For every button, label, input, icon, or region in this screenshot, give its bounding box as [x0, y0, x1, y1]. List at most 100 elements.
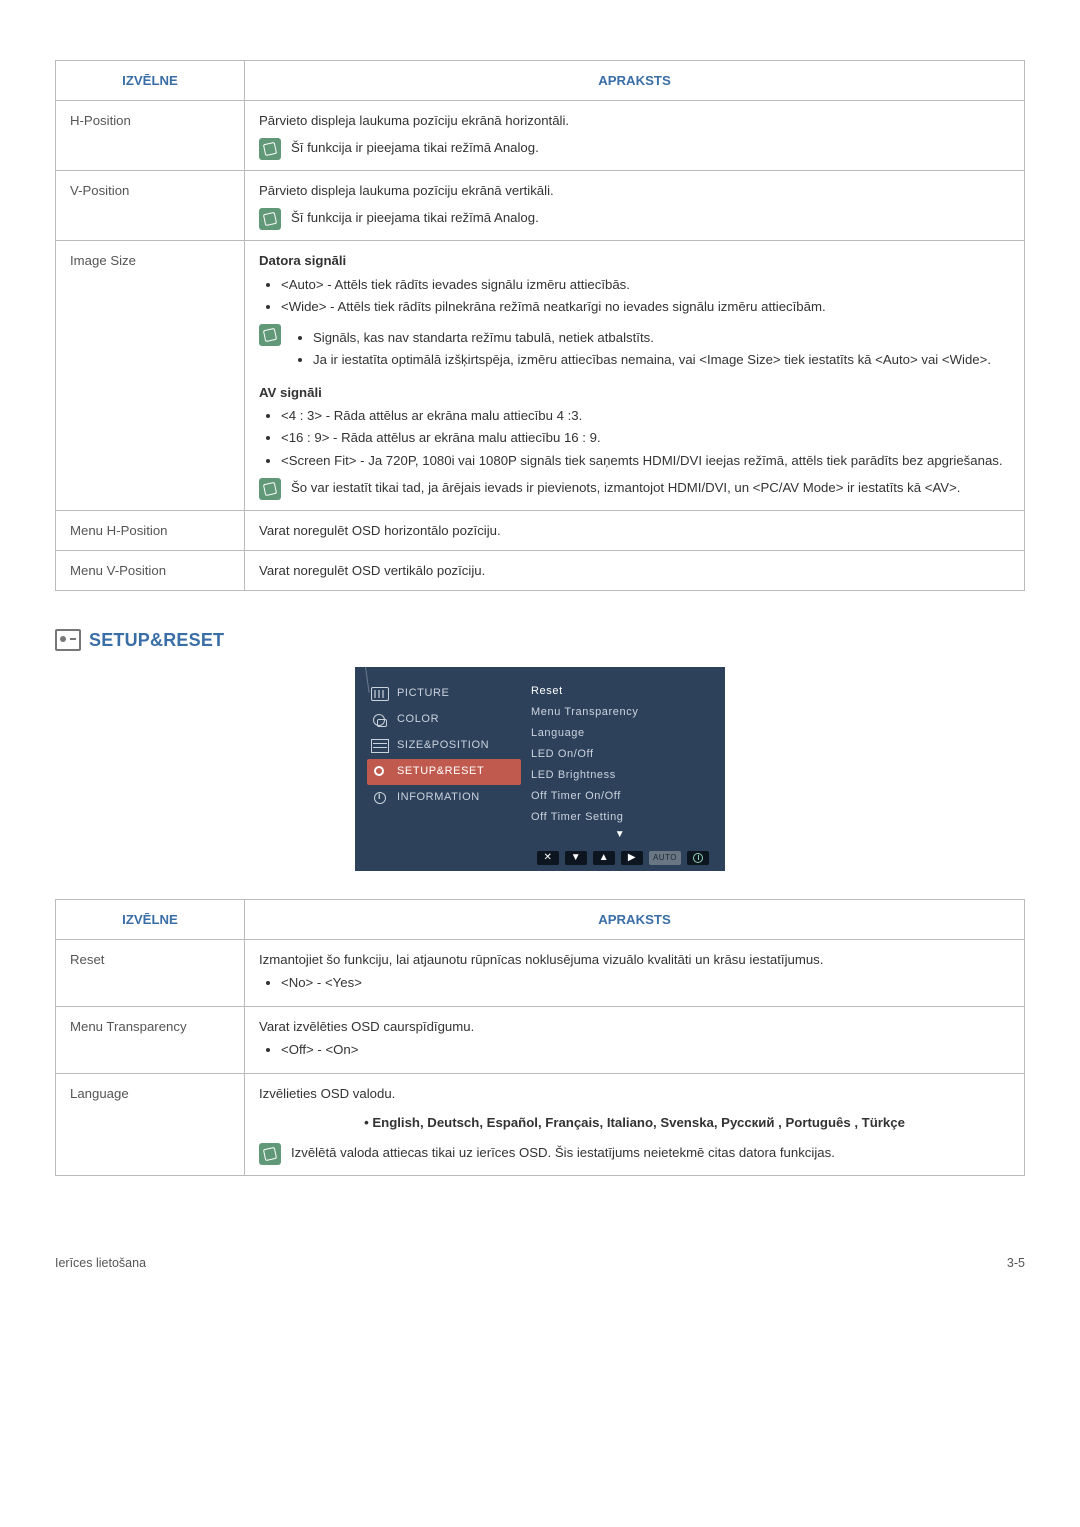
pc-signals-header: Datora signāli — [259, 251, 1010, 270]
osd-option-transparency: Menu Transparency — [531, 702, 709, 723]
desc-cell: Datora signāli <Auto> - Attēls tiek rādī… — [245, 241, 1025, 510]
menu-menu-h-position: Menu H-Position — [56, 510, 245, 550]
av-signals-header: AV signāli — [259, 383, 1010, 402]
osd-panel: PICTURE COLOR SIZE&POSITION SETUP&RESET … — [355, 667, 725, 871]
note-list: Signāls, kas nav standarta režīmu tabulā… — [291, 328, 1010, 369]
table-row: Menu Transparency Varat izvēlēties OSD c… — [56, 1006, 1025, 1073]
picture-icon — [371, 687, 389, 701]
options-list: <No> - <Yes> — [259, 973, 1010, 992]
menu-image-size: Image Size — [56, 241, 245, 510]
osd-footer-buttons: ✕ ▼ ▲ ▶ AUTO — [371, 851, 709, 865]
desc-text: Izmantojiet šo funkciju, lai atjaunotu r… — [259, 950, 1010, 969]
page: IZVĒLNE APRAKSTS H-Position Pārvieto dis… — [0, 0, 1080, 1302]
desc-text: Pārvieto displeja laukuma pozīciju ekrān… — [259, 111, 1010, 130]
header-menu: IZVĒLNE — [56, 61, 245, 101]
note-icon — [259, 324, 281, 346]
osd-label: PICTURE — [397, 686, 449, 702]
note-body: Signāls, kas nav standarta režīmu tabulā… — [291, 324, 1010, 373]
osd-label: INFORMATION — [397, 790, 480, 806]
table-size-position: IZVĒLNE APRAKSTS H-Position Pārvieto dis… — [55, 60, 1025, 591]
page-footer: Ierīces lietošana 3-5 — [55, 1246, 1025, 1272]
table-header-row: IZVĒLNE APRAKSTS — [56, 899, 1025, 939]
osd-option-led-onoff: LED On/Off — [531, 744, 709, 765]
enter-icon: ▶ — [621, 851, 643, 865]
osd-option-language: Language — [531, 723, 709, 744]
list-item: <No> - <Yes> — [281, 973, 1010, 992]
menu-menu-v-position: Menu V-Position — [56, 550, 245, 590]
desc-text: Izvēlieties OSD valodu. — [259, 1084, 1010, 1103]
table-row: H-Position Pārvieto displeja laukuma poz… — [56, 101, 1025, 171]
osd-screenshot: PICTURE COLOR SIZE&POSITION SETUP&RESET … — [55, 667, 1025, 871]
table-row: Image Size Datora signāli <Auto> - Attēl… — [56, 241, 1025, 510]
menu-h-position: H-Position — [56, 101, 245, 171]
desc-text: Varat noregulēt OSD horizontālo pozīciju… — [245, 510, 1025, 550]
list-item: <Screen Fit> - Ja 720P, 1080i vai 1080P … — [281, 451, 1010, 470]
options-list: <Off> - <On> — [259, 1040, 1010, 1059]
footer-left: Ierīces lietošana — [55, 1254, 146, 1272]
osd-left-menu: PICTURE COLOR SIZE&POSITION SETUP&RESET … — [371, 681, 521, 843]
desc-cell: Izmantojiet šo funkciju, lai atjaunotu r… — [245, 939, 1025, 1006]
setup-reset-icon — [55, 629, 81, 651]
section-title: SETUP&RESET — [89, 627, 224, 653]
up-icon: ▲ — [593, 851, 615, 865]
note-text: Šī funkcija ir pieejama tikai režīmā Ana… — [291, 138, 1010, 157]
osd-item-color: COLOR — [371, 707, 521, 733]
desc-cell: Pārvieto displeja laukuma pozīciju ekrān… — [245, 101, 1025, 171]
pc-signals-list: <Auto> - Attēls tiek rādīts ievades sign… — [259, 275, 1010, 316]
section-setup-reset: SETUP&RESET — [55, 627, 1025, 653]
desc-text: Varat izvēlēties OSD caurspīdīgumu. — [259, 1017, 1010, 1036]
osd-item-setup-reset: SETUP&RESET — [367, 759, 521, 785]
table-row: Reset Izmantojiet šo funkciju, lai atjau… — [56, 939, 1025, 1006]
note: Signāls, kas nav standarta režīmu tabulā… — [259, 324, 1010, 373]
power-icon — [687, 851, 709, 865]
list-item: Ja ir iestatīta optimālā izšķirtspēja, i… — [313, 350, 1010, 369]
down-icon: ▼ — [565, 851, 587, 865]
osd-item-size-position: SIZE&POSITION — [371, 733, 521, 759]
header-desc: APRAKSTS — [245, 899, 1025, 939]
osd-option-off-timer-onoff: Off Timer On/Off — [531, 786, 709, 807]
list-item: <16 : 9> - Rāda attēlus ar ekrāna malu a… — [281, 428, 1010, 447]
note: Šī funkcija ir pieejama tikai režīmā Ana… — [259, 208, 1010, 230]
table-header-row: IZVĒLNE APRAKSTS — [56, 61, 1025, 101]
close-icon: ✕ — [537, 851, 559, 865]
osd-body: PICTURE COLOR SIZE&POSITION SETUP&RESET … — [371, 681, 709, 843]
note-icon — [259, 208, 281, 230]
note-text: Izvēlētā valoda attiecas tikai uz ierīce… — [291, 1143, 1010, 1162]
table-row: Menu H-Position Varat noregulēt OSD hori… — [56, 510, 1025, 550]
menu-transparency: Menu Transparency — [56, 1006, 245, 1073]
language-list: • English, Deutsch, Español, Français, I… — [259, 1113, 1010, 1132]
list-item: <Wide> - Attēls tiek rādīts pilnekrāna r… — [281, 297, 1010, 316]
info-icon — [371, 791, 389, 805]
osd-option-led-brightness: LED Brightness — [531, 765, 709, 786]
note-icon — [259, 478, 281, 500]
auto-button: AUTO — [649, 851, 681, 865]
desc-text: Varat noregulēt OSD vertikālo pozīciju. — [245, 550, 1025, 590]
osd-item-information: INFORMATION — [371, 785, 521, 811]
table-row: Language Izvēlieties OSD valodu. • Engli… — [56, 1074, 1025, 1175]
menu-reset: Reset — [56, 939, 245, 1006]
note-text: Šo var iestatīt tikai tad, ja ārējais ie… — [291, 478, 1010, 497]
osd-right-menu: Reset Menu Transparency Language LED On/… — [521, 681, 709, 843]
setup-icon — [371, 765, 389, 779]
color-icon — [371, 713, 389, 727]
menu-language: Language — [56, 1074, 245, 1175]
osd-label: SIZE&POSITION — [397, 738, 489, 754]
size-icon — [371, 739, 389, 753]
osd-item-picture: PICTURE — [371, 681, 521, 707]
note: Izvēlētā valoda attiecas tikai uz ierīce… — [259, 1143, 1010, 1165]
desc-text: Pārvieto displeja laukuma pozīciju ekrān… — [259, 181, 1010, 200]
scroll-down-icon: ▼ — [531, 828, 709, 843]
header-menu: IZVĒLNE — [56, 899, 245, 939]
list-item: Signāls, kas nav standarta režīmu tabulā… — [313, 328, 1010, 347]
menu-v-position: V-Position — [56, 171, 245, 241]
osd-label: COLOR — [397, 712, 439, 728]
footer-right: 3-5 — [1007, 1254, 1025, 1272]
list-item: <4 : 3> - Rāda attēlus ar ekrāna malu at… — [281, 406, 1010, 425]
note-text: Šī funkcija ir pieejama tikai režīmā Ana… — [291, 208, 1010, 227]
header-desc: APRAKSTS — [245, 61, 1025, 101]
desc-cell: Izvēlieties OSD valodu. • English, Deuts… — [245, 1074, 1025, 1175]
list-item: <Auto> - Attēls tiek rādīts ievades sign… — [281, 275, 1010, 294]
list-item: <Off> - <On> — [281, 1040, 1010, 1059]
note-icon — [259, 138, 281, 160]
osd-option-off-timer-setting: Off Timer Setting — [531, 807, 709, 828]
